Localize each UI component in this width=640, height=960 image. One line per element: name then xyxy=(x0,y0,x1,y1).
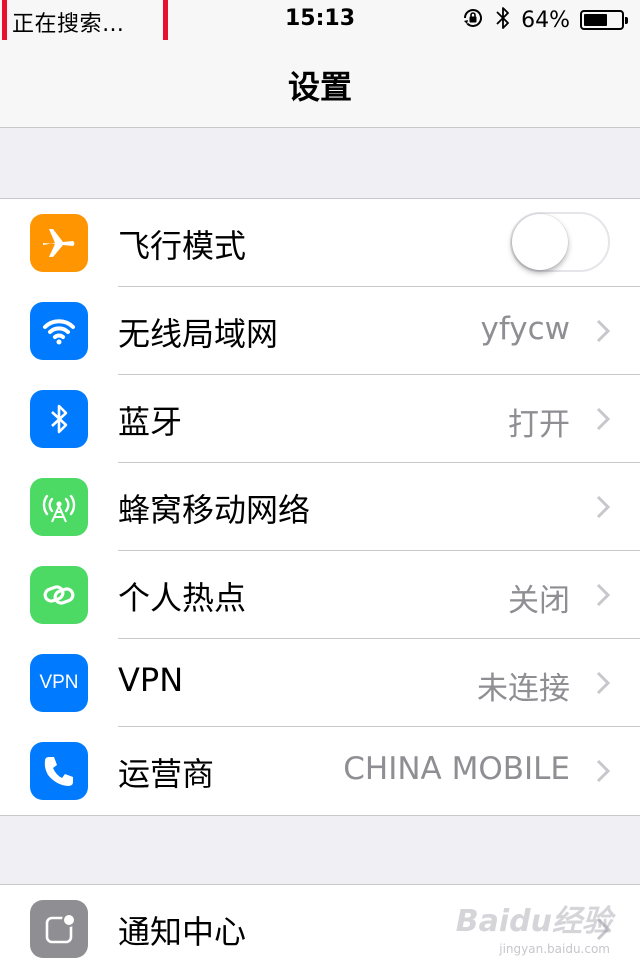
toggle-knob xyxy=(512,214,568,270)
page-title: 设置 xyxy=(287,68,352,106)
airplane-mode-label: 飞行模式 xyxy=(118,227,247,265)
settings-row-wifi[interactable]: 无线局域网 yfycw xyxy=(0,287,640,375)
settings-row-carrier[interactable]: 运营商 CHINA MOBILE xyxy=(0,727,640,815)
chevron-right-icon xyxy=(596,407,610,431)
wifi-icon xyxy=(30,302,88,360)
watermark-logo: Baidu经验 xyxy=(455,904,612,939)
vpn-label: VPN xyxy=(118,661,184,699)
orientation-lock-icon xyxy=(461,6,485,34)
cellular-icon xyxy=(30,478,88,536)
settings-group-connectivity: 飞行模式 无线局域网 yfycw 蓝牙 打开 蜂窝移动网络 个人热点 关闭 VP… xyxy=(0,198,640,816)
hotspot-icon xyxy=(30,566,88,624)
settings-row-vpn[interactable]: VPN VPN 未连接 xyxy=(0,639,640,727)
settings-screen: 正在搜索… 15:13 64% 设置 飞行模式 无线局域网 yfycw 蓝牙 打… xyxy=(0,0,640,960)
notification-center-label: 通知中心 xyxy=(118,913,247,951)
carrier-label: 运营商 xyxy=(118,755,215,793)
battery-icon xyxy=(580,10,628,30)
bluetooth-label: 蓝牙 xyxy=(118,403,183,441)
settings-row-personal-hotspot[interactable]: 个人热点 关闭 xyxy=(0,551,640,639)
chevron-right-icon xyxy=(596,583,610,607)
wifi-value: yfycw xyxy=(480,311,570,347)
status-right-group: 64% xyxy=(461,4,628,36)
phone-icon xyxy=(30,742,88,800)
hotspot-value: 关闭 xyxy=(508,583,570,619)
vpn-icon-text: VPN xyxy=(39,672,79,693)
chevron-right-icon xyxy=(596,495,610,519)
carrier-value: CHINA MOBILE xyxy=(343,751,570,787)
wifi-label: 无线局域网 xyxy=(118,315,279,353)
hotspot-label: 个人热点 xyxy=(118,579,247,617)
settings-row-airplane-mode: 飞行模式 xyxy=(0,199,640,287)
chevron-right-icon xyxy=(596,319,610,343)
watermark-url: jingyan.baidu.com xyxy=(499,942,610,956)
airplane-mode-toggle[interactable] xyxy=(510,212,610,272)
settings-row-cellular[interactable]: 蜂窝移动网络 xyxy=(0,463,640,551)
battery-fill xyxy=(584,14,607,26)
vpn-value: 未连接 xyxy=(477,671,570,707)
vpn-icon: VPN xyxy=(30,654,88,712)
airplane-icon xyxy=(30,214,88,272)
notification-center-icon xyxy=(30,900,88,958)
chevron-right-icon xyxy=(596,759,610,783)
bluetooth-icon xyxy=(30,390,88,448)
bluetooth-icon xyxy=(495,5,511,35)
navigation-bar: 设置 xyxy=(0,40,640,128)
battery-cap xyxy=(625,17,628,24)
settings-row-bluetooth[interactable]: 蓝牙 打开 xyxy=(0,375,640,463)
chevron-right-icon xyxy=(596,671,610,695)
battery-percent: 64% xyxy=(521,7,570,33)
cellular-label: 蜂窝移动网络 xyxy=(118,491,311,529)
bluetooth-value: 打开 xyxy=(508,407,570,443)
